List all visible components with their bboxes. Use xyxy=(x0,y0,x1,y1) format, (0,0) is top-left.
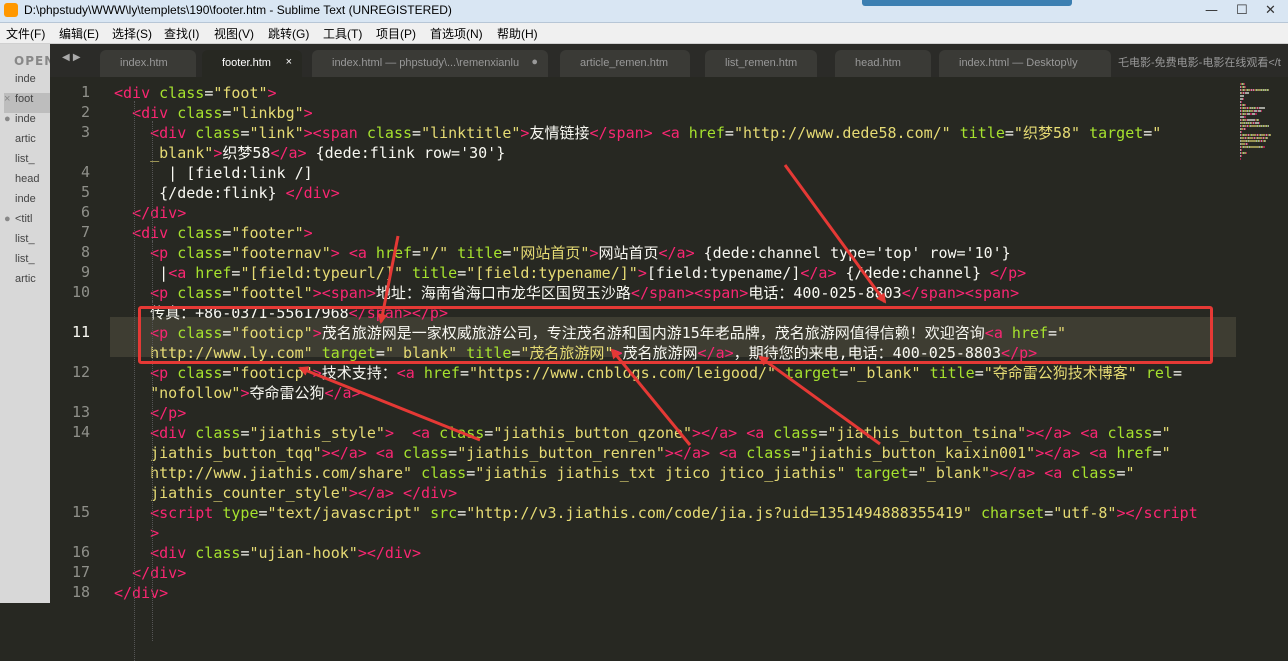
arrow xyxy=(783,164,887,304)
arrow xyxy=(610,348,692,446)
arrow xyxy=(758,355,881,446)
annotation-arrows xyxy=(298,164,887,446)
arrow xyxy=(377,235,400,324)
arrow xyxy=(298,366,481,442)
